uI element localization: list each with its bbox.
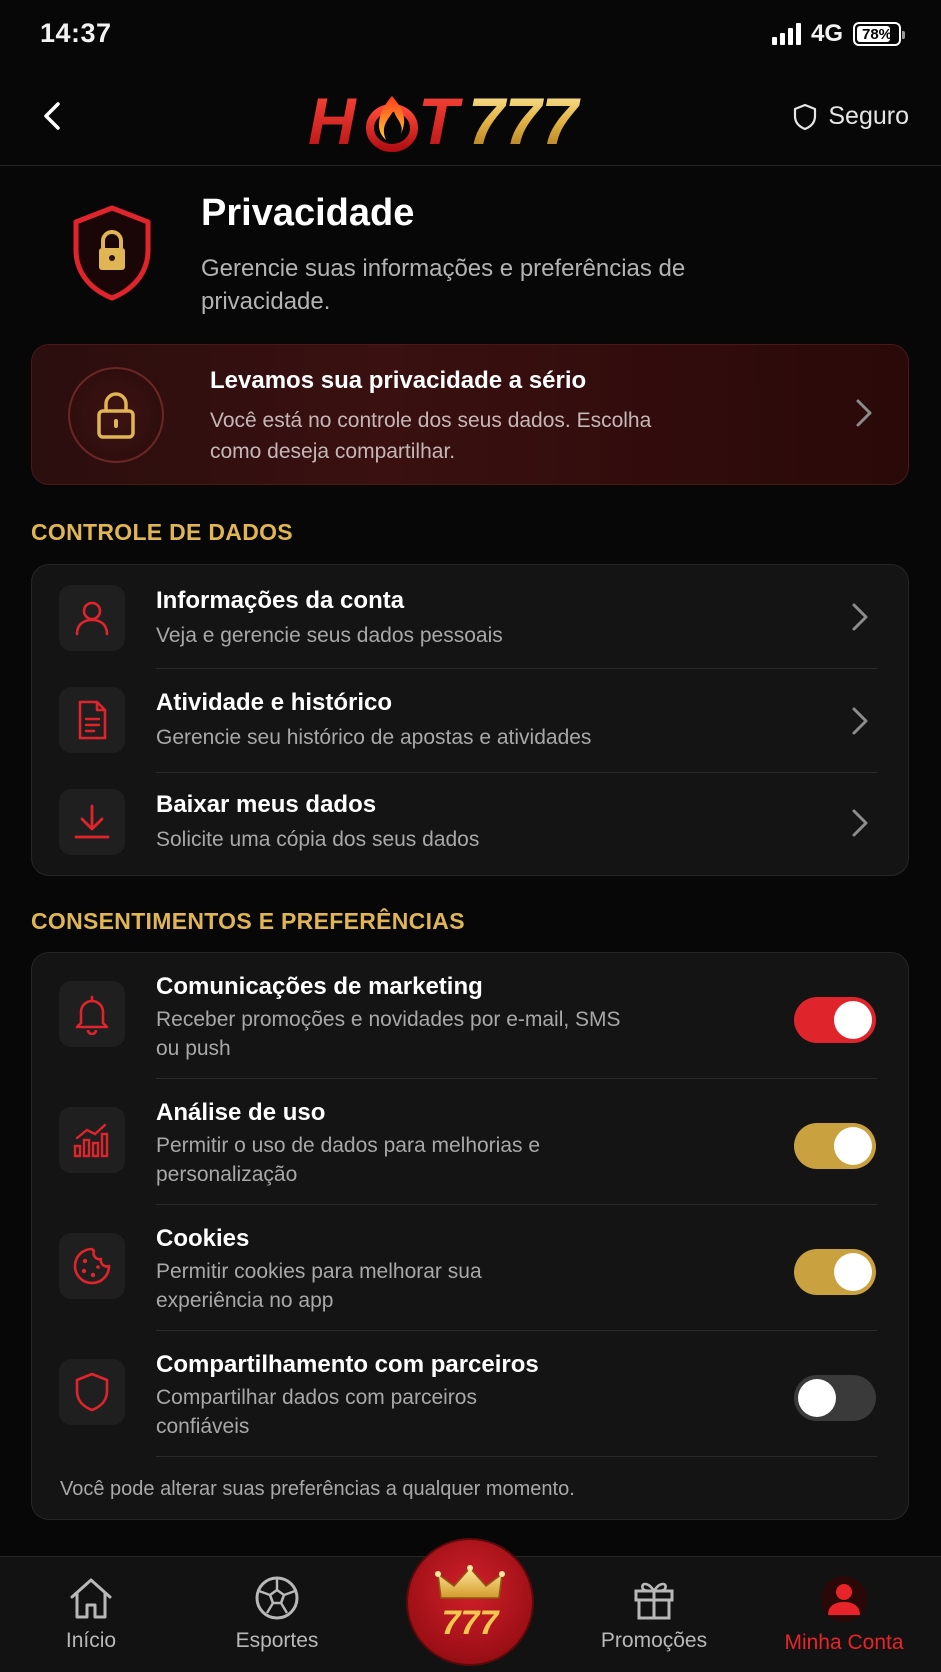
- item-title: Análise de uso: [156, 1099, 326, 1126]
- nav-label: Início: [65, 1629, 117, 1652]
- signal-icon: [771, 23, 801, 45]
- nav-my-account[interactable]: Minha Conta: [759, 1575, 929, 1655]
- consent-item-cookies: Cookies Permitir cookies para melhorar s…: [32, 1205, 908, 1331]
- svg-text:777: 777: [468, 84, 581, 156]
- battery-level: 78%: [861, 25, 893, 43]
- data-control-item-account[interactable]: Informações da conta Veja e gerencie seu…: [32, 565, 908, 669]
- item-title: Baixar meus dados: [156, 791, 377, 818]
- preferences-note: Você pode alterar suas preferências a qu…: [60, 1478, 575, 1500]
- chevron-right-icon: [852, 809, 868, 837]
- cookie-icon: [59, 1233, 125, 1299]
- nav-label: Esportes: [235, 1629, 319, 1652]
- user-icon: [59, 585, 125, 651]
- crown-icon: [435, 1565, 505, 1599]
- chevron-right-icon: [852, 707, 868, 735]
- item-subtitle: Gerencie seu histórico de apostas e ativ…: [156, 726, 592, 749]
- secure-label: Seguro: [828, 102, 909, 130]
- lock-icon: [68, 367, 164, 463]
- consent-item-marketing: Comunicações de marketing Receber promoç…: [32, 953, 908, 1079]
- consents-card: Comunicações de marketing Receber promoç…: [31, 952, 909, 1520]
- back-arrow-icon[interactable]: [34, 96, 74, 136]
- section-title-consents: CONSENTIMENTOS E PREFERÊNCIAS: [31, 908, 465, 934]
- secure-badge: Seguro: [792, 102, 909, 131]
- nav-label: Minha Conta: [784, 1631, 904, 1654]
- svg-text:H: H: [308, 84, 357, 156]
- banner-subtitle: Você está no controle dos seus dados. Es…: [210, 409, 652, 463]
- status-bar: 14:37 4G 78%: [0, 0, 941, 70]
- item-title: Cookies: [156, 1225, 250, 1252]
- svg-text:T: T: [418, 84, 463, 156]
- item-title: Compartilhamento com parceiros: [156, 1351, 539, 1378]
- chevron-right-icon: [852, 603, 868, 631]
- consent-item-partners: Compartilhamento com parceiros Compartil…: [32, 1331, 908, 1457]
- top-header: H T 777 Seguro: [0, 70, 941, 166]
- account-icon: [821, 1576, 867, 1622]
- gift-icon: [634, 1582, 674, 1620]
- partners-sharing-toggle[interactable]: [794, 1375, 876, 1421]
- chevron-right-icon: [856, 399, 872, 427]
- data-control-item-activity[interactable]: Atividade e histórico Gerencie seu histó…: [32, 669, 908, 773]
- item-subtitle: Compartilhar dados com parceiros confiáv…: [156, 1386, 477, 1438]
- item-title: Atividade e histórico: [156, 689, 393, 716]
- privacy-banner[interactable]: Levamos sua privacidade a sério Você est…: [31, 344, 909, 485]
- page-title: Privacidade: [201, 192, 415, 234]
- download-icon: [59, 789, 125, 855]
- item-subtitle: Veja e gerencie seus dados pessoais: [156, 624, 503, 647]
- item-title: Informações da conta: [156, 587, 405, 614]
- item-title: Comunicações de marketing: [156, 973, 483, 1000]
- network-label: 4G: [810, 20, 843, 47]
- usage-analysis-toggle[interactable]: [794, 1123, 876, 1169]
- data-control-item-download[interactable]: Baixar meus dados Solicite uma cópia dos…: [32, 773, 908, 877]
- marketing-toggle[interactable]: [794, 997, 876, 1043]
- item-subtitle: Permitir o uso de dados para melhorias e…: [156, 1134, 541, 1186]
- page-header: Privacidade Gerencie suas informações e …: [0, 190, 941, 330]
- consent-item-usage-analysis: Análise de uso Permitir o uso de dados p…: [32, 1079, 908, 1205]
- shield-icon: [794, 103, 817, 130]
- item-subtitle: Receber promoções e novidades por e-mail…: [156, 1008, 621, 1060]
- center-button-label: 777: [441, 1604, 499, 1642]
- page-subtitle: Gerencie suas informações e preferências…: [201, 255, 686, 315]
- battery-icon: 78%: [853, 22, 905, 46]
- status-time: 14:37: [40, 18, 112, 48]
- data-control-card: Informações da conta Veja e gerencie seu…: [31, 564, 909, 876]
- privacy-shield-icon: [73, 205, 151, 301]
- cookies-toggle[interactable]: [794, 1249, 876, 1295]
- nav-home[interactable]: Início: [6, 1575, 176, 1653]
- document-icon: [59, 687, 125, 753]
- hot777-logo: H T 777: [308, 84, 581, 156]
- bell-icon: [59, 981, 125, 1047]
- item-subtitle: Solicite uma cópia dos seus dados: [156, 828, 480, 851]
- nav-sports[interactable]: Esportes: [192, 1575, 362, 1653]
- chart-icon: [59, 1107, 125, 1173]
- home-icon: [70, 1578, 112, 1619]
- nav-promotions[interactable]: Promoções: [569, 1575, 739, 1653]
- banner-title: Levamos sua privacidade a sério: [210, 367, 587, 394]
- shield-icon: [59, 1359, 125, 1425]
- nav-label: Promoções: [600, 1629, 708, 1652]
- casino-777-button[interactable]: 777: [406, 1538, 534, 1666]
- soccer-ball-icon: [255, 1576, 299, 1620]
- item-subtitle: Permitir cookies para melhorar sua exper…: [156, 1260, 482, 1312]
- section-title-data-control: CONTROLE DE DADOS: [31, 519, 293, 545]
